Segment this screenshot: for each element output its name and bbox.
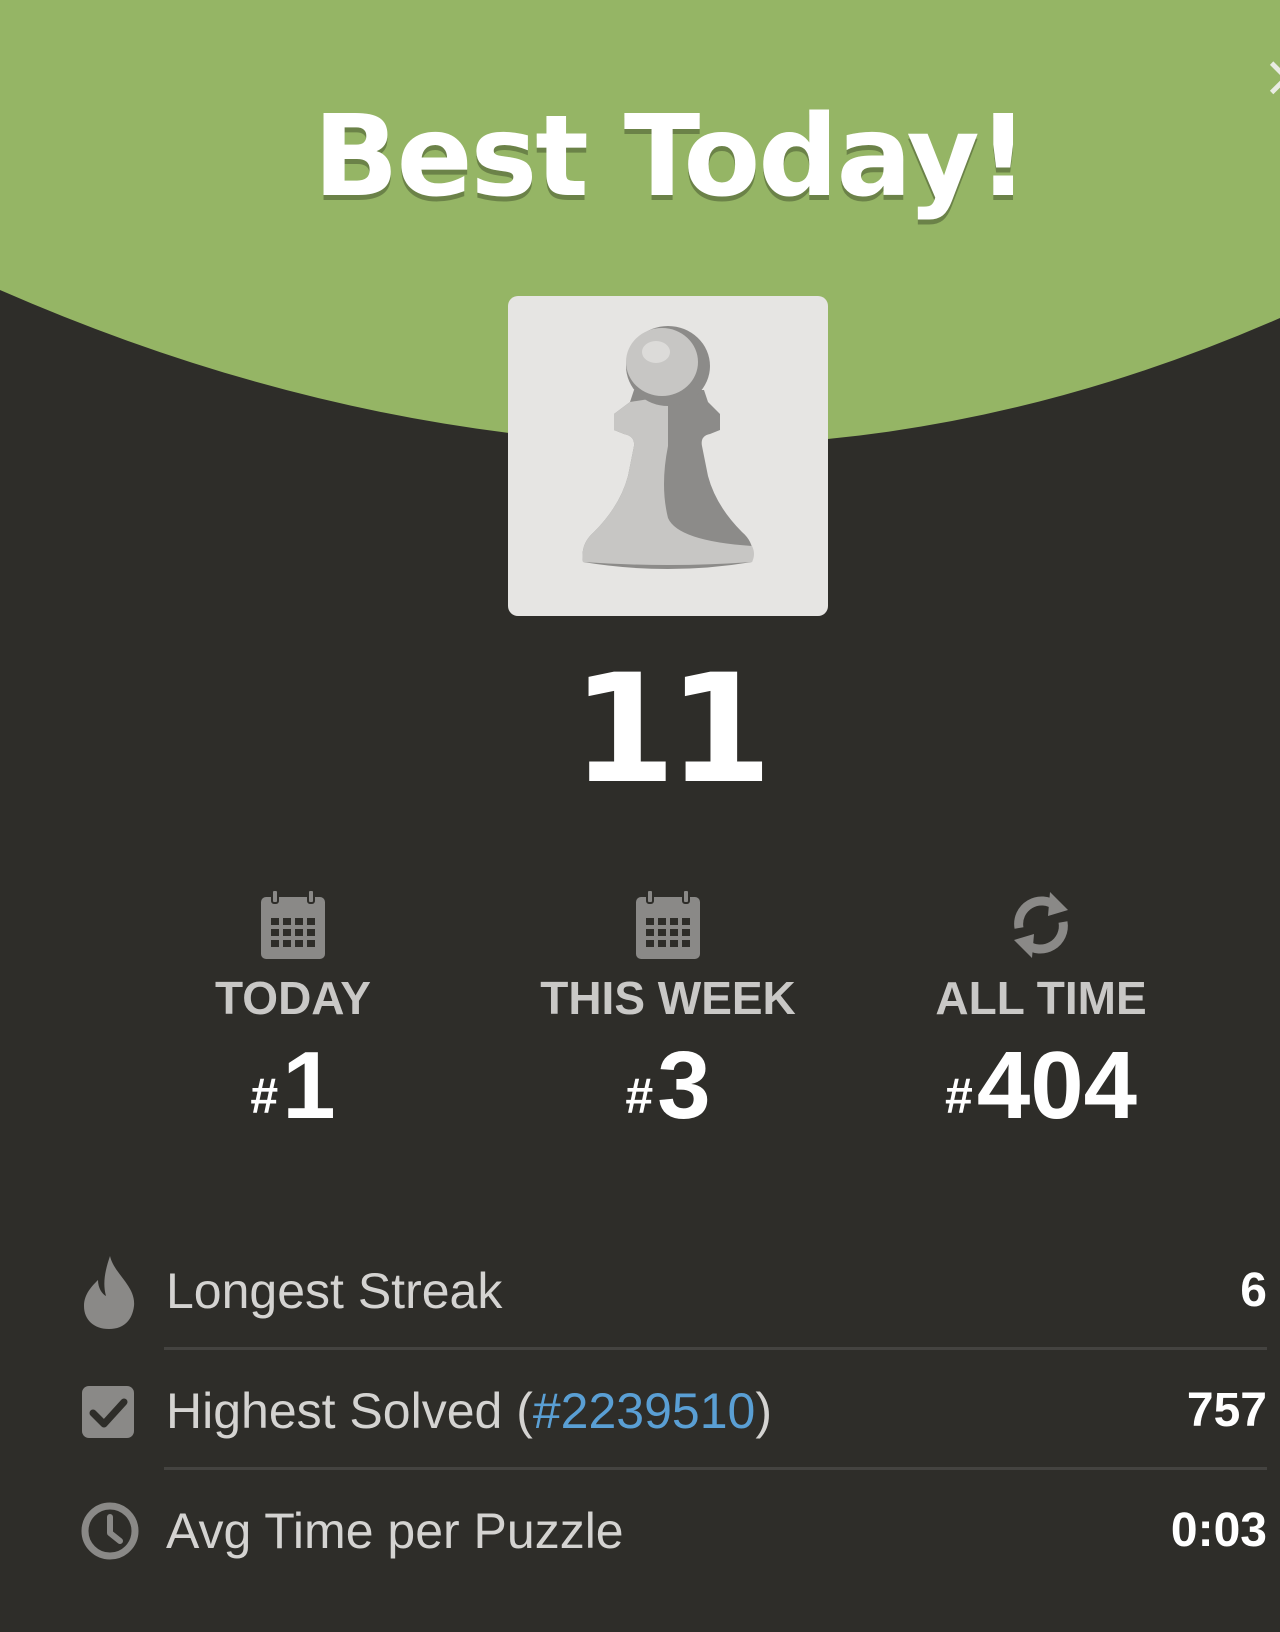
puzzle-score: 11 — [571, 643, 773, 817]
rank-hash: # — [625, 1068, 654, 1124]
pawn-icon — [508, 296, 828, 616]
rank-number: 404 — [976, 1032, 1137, 1139]
checkbox-icon — [82, 1386, 134, 1438]
divider — [164, 1347, 1267, 1350]
stat-label: Longest Streak — [166, 1263, 503, 1319]
flame-icon — [84, 1256, 135, 1329]
clock-icon — [81, 1502, 139, 1560]
rank-number: 3 — [657, 1032, 711, 1139]
rank-value: #404 — [881, 1034, 1201, 1138]
rank-this-week: THIS WEEK #3 — [508, 888, 828, 1138]
rank-label: THIS WEEK — [540, 972, 796, 1024]
paren-close: ) — [755, 1383, 772, 1439]
rank-hash: # — [945, 1068, 973, 1124]
stat-highest-solved: Highest Solved (#2239510) 757 — [80, 1356, 1267, 1466]
rank-value: #1 — [133, 1034, 453, 1138]
rank-value: #3 — [508, 1034, 828, 1138]
rank-label: ALL TIME — [935, 972, 1147, 1024]
rank-number: 1 — [282, 1032, 336, 1139]
puzzle-link[interactable]: #2239510 — [533, 1383, 755, 1439]
rank-label: TODAY — [215, 972, 371, 1024]
stat-value: 0:03 — [1170, 1504, 1267, 1557]
stat-label: Avg Time per Puzzle — [166, 1503, 624, 1559]
stat-avg-time: Avg Time per Puzzle 0:03 — [80, 1476, 1267, 1586]
stat-value: 6 — [1240, 1264, 1267, 1317]
rank-all-time: ALL TIME #404 — [881, 888, 1201, 1138]
calendar-icon — [636, 889, 700, 959]
rank-today: TODAY #1 — [133, 888, 453, 1138]
calendar-icon — [261, 889, 325, 959]
divider — [164, 1467, 1267, 1470]
stat-label-text: Highest Solved — [166, 1383, 503, 1439]
rank-hash: # — [250, 1068, 279, 1124]
stat-value: 757 — [1186, 1384, 1267, 1437]
stat-longest-streak: Longest Streak 6 — [80, 1236, 1267, 1346]
stat-label: Highest Solved (#2239510) — [166, 1356, 772, 1466]
refresh-icon — [1014, 892, 1068, 958]
paren-open: ( — [502, 1383, 533, 1439]
page-title: Best Today! — [313, 92, 1028, 222]
